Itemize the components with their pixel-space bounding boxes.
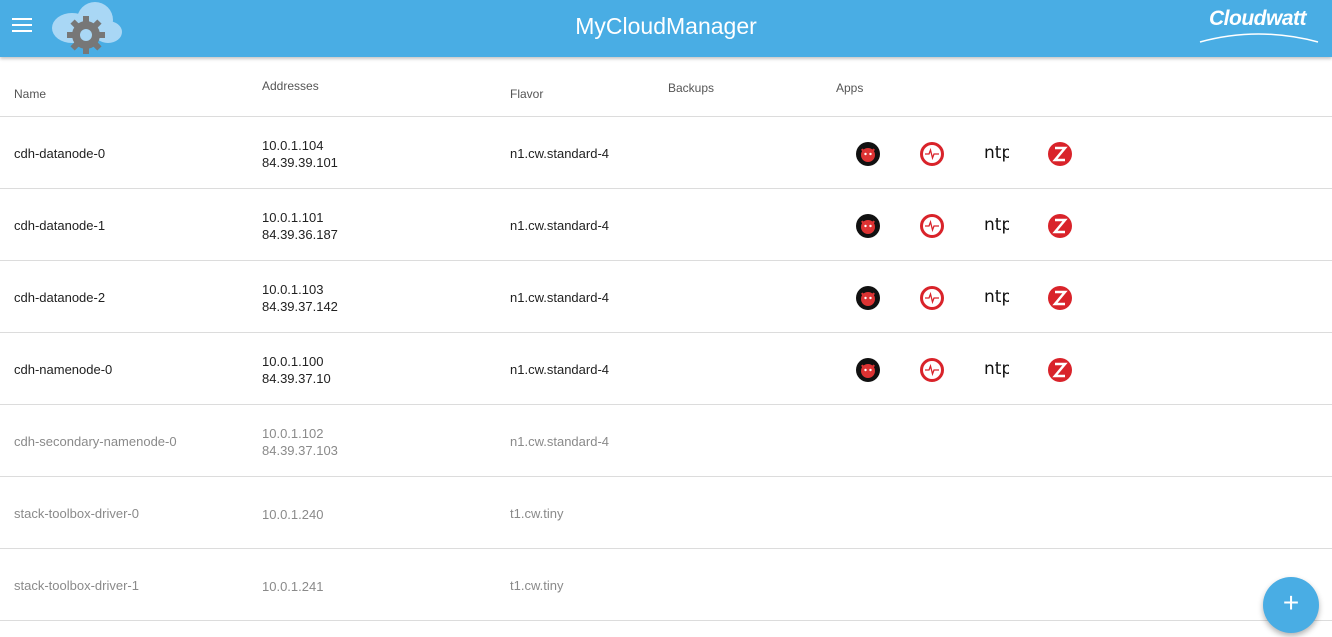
instance-addresses: 10.0.1.241 [262,578,323,595]
svg-text:ntp: ntp [984,143,1009,163]
table-row[interactable]: cdh-datanode-2 10.0.1.103 84.39.37.142 n… [0,261,1332,333]
column-backups[interactable]: Backups [668,81,714,95]
instance-name: stack-toolbox-driver-0 [14,506,139,521]
instance-addresses: 10.0.1.103 84.39.37.142 [262,281,338,315]
ntp-logo-icon[interactable]: ntp [983,139,1009,165]
svg-text:ntp: ntp [984,215,1009,235]
instance-flavor: n1.cw.standard-4 [510,146,610,161]
instance-addresses: 10.0.1.240 [262,506,323,523]
instance-addresses: 10.0.1.101 84.39.36.187 [262,209,338,243]
red-devil-badge-icon[interactable] [855,213,881,239]
ntp-logo-icon[interactable]: ntp [983,211,1009,237]
private-address: 10.0.1.104 [262,138,324,153]
app-title: MyCloudManager [575,13,757,39]
private-address: 10.0.1.101 [262,210,324,225]
column-name[interactable]: Name [14,87,46,101]
table-row[interactable]: cdh-secondary-namenode-0 10.0.1.102 84.3… [0,405,1332,477]
ntp-logo-icon[interactable]: ntp [983,283,1009,309]
public-address: 84.39.39.101 [262,155,338,170]
column-addresses[interactable]: Addresses [262,78,319,95]
red-devil-badge-icon[interactable] [855,357,881,383]
red-pulse-monitor-icon[interactable] [919,213,945,239]
red-z-icon[interactable] [1047,141,1073,167]
instances-table: Name Addresses Flavor Backups Apps cdh-d… [0,58,1332,621]
instance-name: cdh-namenode-0 [14,362,113,377]
private-address: 10.0.1.240 [262,507,324,522]
instance-addresses: 10.0.1.104 84.39.39.101 [262,137,338,171]
table-row[interactable]: stack-toolbox-driver-0 10.0.1.240 t1.cw.… [0,477,1332,549]
brand-text: Cloudwatt [1209,7,1306,30]
instance-name: cdh-datanode-1 [14,218,106,233]
public-address: 84.39.37.142 [262,299,338,314]
red-z-icon[interactable] [1047,213,1073,239]
red-z-icon[interactable] [1047,285,1073,311]
plus-icon: + [1282,587,1300,618]
red-pulse-monitor-icon[interactable] [919,141,945,167]
red-pulse-monitor-icon[interactable] [919,357,945,383]
red-devil-badge-icon[interactable] [855,285,881,311]
column-apps[interactable]: Apps [836,81,863,95]
red-devil-badge-icon[interactable] [855,141,881,167]
instance-flavor: t1.cw.tiny [510,578,564,593]
instance-addresses: 10.0.1.100 84.39.37.10 [262,353,331,387]
public-address: 84.39.37.103 [262,443,338,458]
column-flavor[interactable]: Flavor [510,87,543,101]
table-row[interactable]: stack-toolbox-driver-1 10.0.1.241 t1.cw.… [0,549,1332,621]
red-z-icon[interactable] [1047,357,1073,383]
red-pulse-monitor-icon[interactable] [919,285,945,311]
private-address: 10.0.1.241 [262,579,324,594]
public-address: 84.39.37.10 [262,371,331,386]
svg-text:ntp: ntp [984,359,1009,379]
instance-name: cdh-datanode-2 [14,290,106,305]
instance-flavor: n1.cw.standard-4 [510,290,610,305]
public-address: 84.39.36.187 [262,227,338,242]
instance-name: cdh-secondary-namenode-0 [14,434,177,449]
instance-flavor: n1.cw.standard-4 [510,218,610,233]
ntp-logo-icon[interactable]: ntp [983,355,1009,381]
instance-addresses: 10.0.1.102 84.39.37.103 [262,425,338,459]
instance-flavor: n1.cw.standard-4 [510,362,610,377]
instance-flavor: n1.cw.standard-4 [510,434,610,449]
table-row[interactable]: cdh-datanode-0 10.0.1.104 84.39.39.101 n… [0,117,1332,189]
instance-name: stack-toolbox-driver-1 [14,578,139,593]
table-row[interactable]: cdh-datanode-1 10.0.1.101 84.39.36.187 n… [0,189,1332,261]
instance-name: cdh-datanode-0 [14,146,106,161]
add-instance-button[interactable]: + [1263,577,1319,633]
table-header: Name Addresses Flavor Backups Apps [0,58,1332,117]
table-row[interactable]: cdh-namenode-0 10.0.1.100 84.39.37.10 n1… [0,333,1332,405]
private-address: 10.0.1.103 [262,282,324,297]
top-app-bar: MyCloudManager Cloudwatt [0,0,1332,57]
private-address: 10.0.1.102 [262,426,324,441]
svg-text:ntp: ntp [984,287,1009,307]
instance-flavor: t1.cw.tiny [510,506,564,521]
private-address: 10.0.1.100 [262,354,324,369]
